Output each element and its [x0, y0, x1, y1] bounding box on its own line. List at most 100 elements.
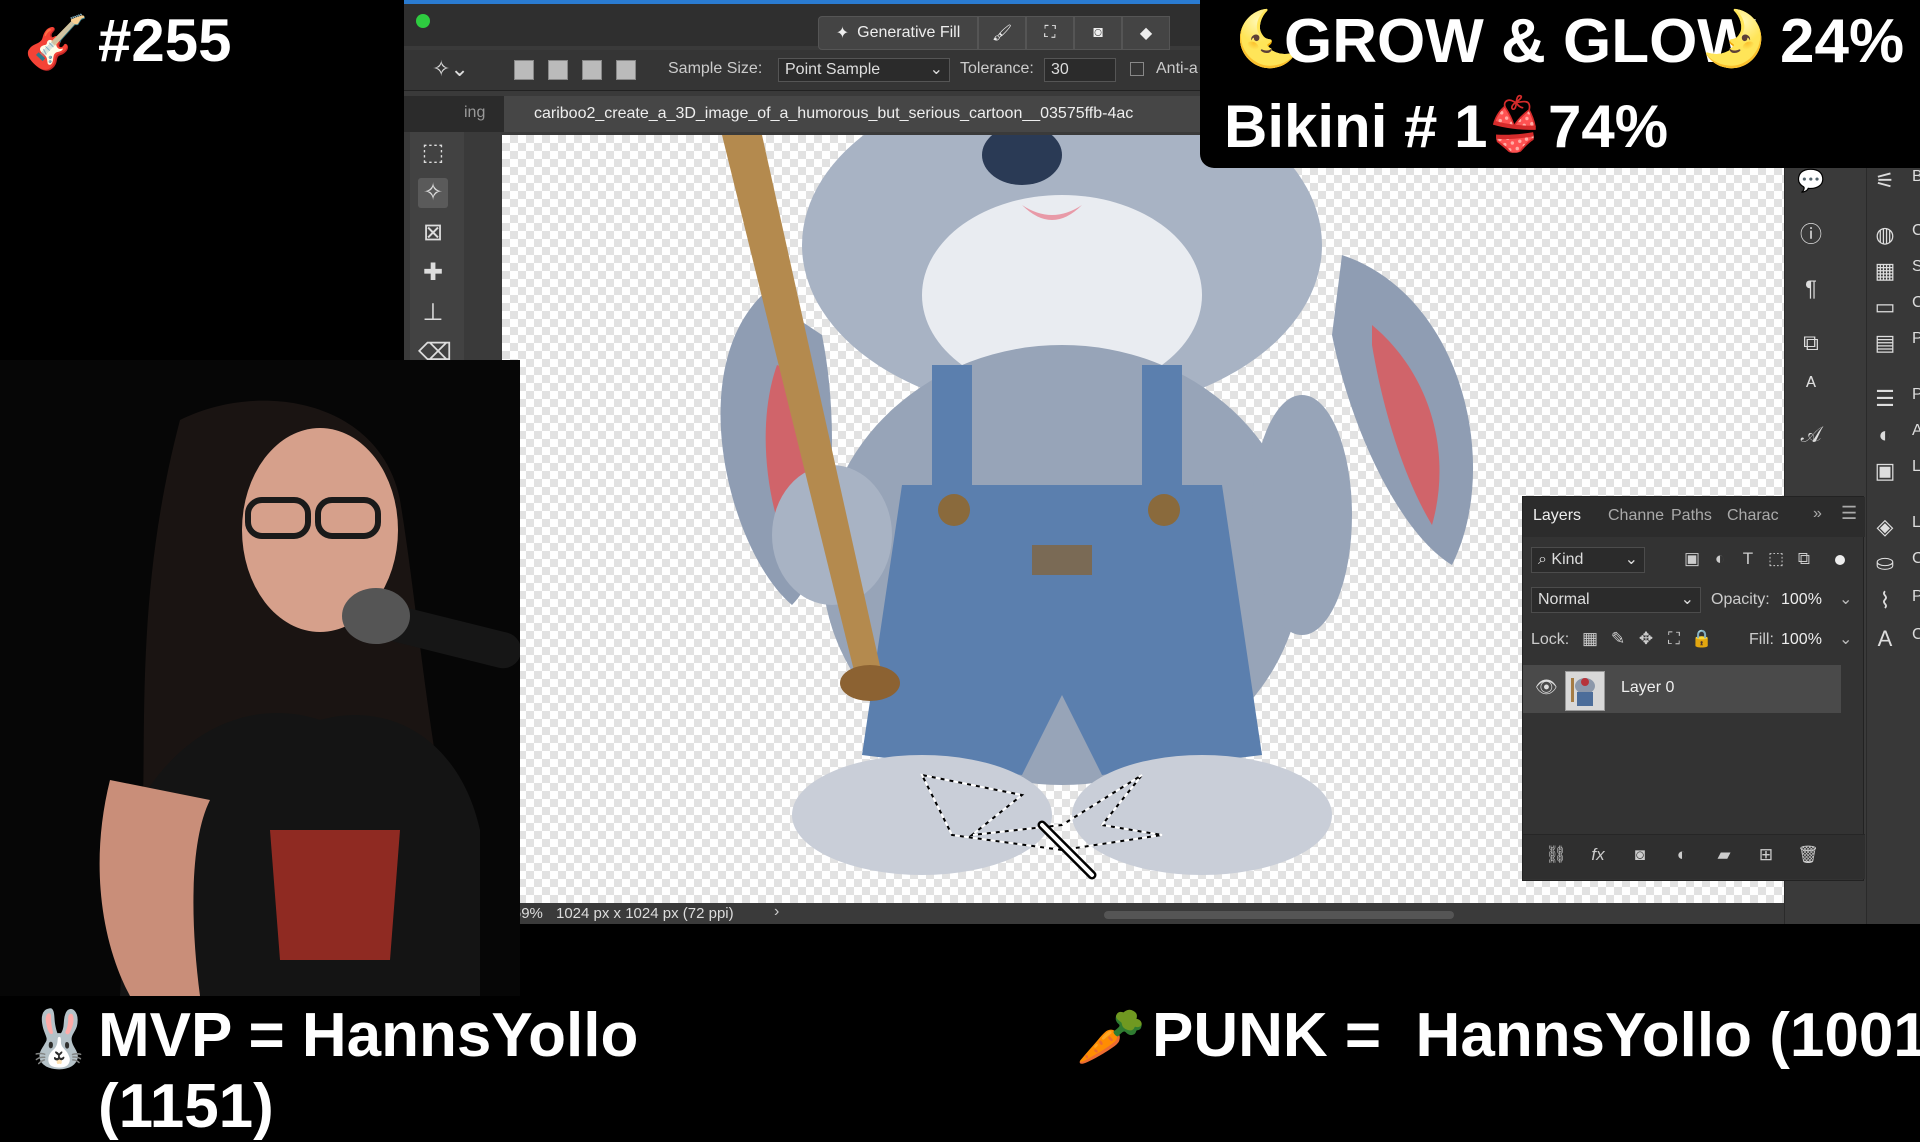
- glyphs-icon[interactable]: 𝒜: [1796, 420, 1826, 450]
- generative-fill-button[interactable]: ✦ Generative Fill: [818, 16, 978, 50]
- tab-paths[interactable]: Paths: [1671, 507, 1712, 525]
- filter-adjustment-icon[interactable]: ◐: [1709, 549, 1731, 569]
- gradients-icon[interactable]: ▭: [1870, 292, 1900, 322]
- lock-transparency-icon[interactable]: ▦: [1579, 629, 1601, 649]
- libraries-icon[interactable]: ▣: [1870, 456, 1900, 486]
- swatches-icon[interactable]: ▦: [1870, 256, 1900, 286]
- filter-pixel-icon[interactable]: ▣: [1681, 549, 1703, 569]
- dock-panel-label[interactable]: C: [1912, 626, 1920, 644]
- lock-pixels-icon[interactable]: ✎: [1607, 629, 1629, 649]
- chevron-down-icon: ⌄: [929, 61, 943, 78]
- new-group-icon[interactable]: ▰: [1713, 845, 1735, 865]
- trash-icon[interactable]: 🗑: [1797, 845, 1819, 865]
- opacity-label: Opacity:: [1711, 591, 1770, 608]
- transform-selection-icon[interactable]: ⛶: [1026, 16, 1074, 50]
- panel-menu-icon[interactable]: ☰: [1841, 503, 1857, 524]
- window-maximize-button[interactable]: [416, 14, 430, 28]
- dock-panel-label[interactable]: S: [1912, 258, 1920, 276]
- dock-panel-label[interactable]: P: [1912, 330, 1920, 348]
- filter-type-icon[interactable]: T: [1737, 549, 1759, 569]
- subtract-selection-icon[interactable]: [582, 60, 602, 80]
- patterns-icon[interactable]: ▤: [1870, 328, 1900, 358]
- color-icon[interactable]: ◍: [1870, 220, 1900, 250]
- paths-icon[interactable]: ⌇: [1870, 586, 1900, 616]
- filter-shape-icon[interactable]: ⬚: [1765, 549, 1787, 569]
- new-layer-icon[interactable]: ⊞: [1755, 845, 1777, 865]
- stream-number: #255: [98, 7, 232, 74]
- layer-thumbnail: [1565, 671, 1605, 711]
- dock-panel-label[interactable]: C: [1912, 222, 1920, 240]
- add-mask-icon[interactable]: ◙: [1629, 845, 1651, 865]
- layer-name[interactable]: Layer 0: [1621, 679, 1674, 697]
- filter-toggle-icon[interactable]: [1835, 555, 1845, 565]
- brush-icon[interactable]: 🖌: [978, 16, 1026, 50]
- punk-text: PUNK = HannsYollo (1001): [1152, 1001, 1920, 1070]
- character-icon[interactable]: A: [1870, 624, 1900, 654]
- adjustments-icon[interactable]: ◐: [1870, 420, 1900, 450]
- dock-panel-label[interactable]: C: [1912, 294, 1920, 312]
- paragraph-icon[interactable]: ¶: [1796, 274, 1826, 304]
- comments-icon[interactable]: 💬: [1796, 166, 1826, 196]
- intersect-selection-icon[interactable]: [616, 60, 636, 80]
- blend-mode-select[interactable]: Normal ⌄: [1531, 587, 1701, 613]
- sample-size-label: Sample Size:: [668, 60, 763, 77]
- dock-panel-label[interactable]: L: [1912, 514, 1920, 532]
- tab-character[interactable]: Charac: [1727, 507, 1779, 525]
- blend-mode-value: Normal: [1538, 591, 1590, 608]
- chevron-down-icon[interactable]: ⌄: [1839, 589, 1852, 609]
- tab-previous-document[interactable]: ing: [464, 104, 485, 122]
- dock-panel-label[interactable]: P: [1912, 386, 1920, 404]
- goal2-percent: 74%: [1548, 93, 1669, 160]
- frame-tool-icon[interactable]: ⊠: [418, 218, 448, 248]
- properties-icon[interactable]: ☰: [1870, 384, 1900, 414]
- dock-panel-label[interactable]: A: [1912, 422, 1920, 440]
- lock-all-icon[interactable]: 🔒: [1691, 629, 1713, 649]
- sample-size-value: Point Sample: [785, 61, 881, 78]
- layer-row[interactable]: 👁 Layer 0: [1523, 665, 1841, 713]
- new-selection-icon[interactable]: [514, 60, 534, 80]
- filter-smart-object-icon[interactable]: ⧉: [1793, 549, 1815, 569]
- horizontal-scrollbar[interactable]: [1104, 911, 1454, 919]
- chevron-down-icon: ⌄: [1680, 591, 1694, 608]
- magic-wand-tool-icon[interactable]: ✧: [418, 178, 448, 208]
- marquee-tool-icon[interactable]: ⬚: [418, 138, 448, 168]
- mask-icon[interactable]: ◙: [1074, 16, 1122, 50]
- link-layers-icon[interactable]: ⛓: [1545, 845, 1567, 865]
- sample-size-select[interactable]: Point Sample ⌄: [778, 58, 950, 82]
- dock-panel-label[interactable]: C: [1912, 550, 1920, 568]
- generative-fill-label: Generative Fill: [857, 24, 961, 41]
- clone-source-icon[interactable]: ⧉: [1796, 328, 1826, 358]
- fill-icon[interactable]: ◆: [1122, 16, 1170, 50]
- dock-panel-label[interactable]: P: [1912, 588, 1920, 606]
- status-expand-icon[interactable]: ›: [774, 903, 779, 921]
- info-icon[interactable]: ⓘ: [1796, 220, 1826, 250]
- fx-icon[interactable]: fx: [1587, 845, 1609, 865]
- anti-alias-checkbox[interactable]: [1130, 62, 1144, 76]
- tab-channels[interactable]: Channe: [1608, 507, 1664, 525]
- adjustment-layer-icon[interactable]: ◐: [1671, 845, 1693, 865]
- tolerance-input[interactable]: 30: [1044, 58, 1116, 82]
- clone-stamp-tool-icon[interactable]: ⊥: [418, 298, 448, 328]
- fill-input[interactable]: 100%: [1781, 631, 1822, 649]
- magic-wand-preset-icon[interactable]: ✧⌄: [432, 56, 469, 82]
- add-to-selection-icon[interactable]: [548, 60, 568, 80]
- lock-position-icon[interactable]: ✥: [1635, 629, 1657, 649]
- filter-kind-select[interactable]: ⌕ Kind ⌄: [1531, 547, 1645, 573]
- healing-brush-tool-icon[interactable]: ✚: [418, 258, 448, 288]
- chevron-down-icon[interactable]: ⌄: [1839, 629, 1852, 649]
- more-tabs-icon[interactable]: »: [1813, 505, 1822, 523]
- webcam-feed: [0, 360, 520, 996]
- dock-panel-label[interactable]: L: [1912, 458, 1920, 476]
- document-dimensions: 1024 px x 1024 px (72 ppi): [556, 905, 734, 922]
- anti-alias-label: Anti-a: [1156, 60, 1198, 77]
- lock-artboard-icon[interactable]: ⛶: [1663, 629, 1685, 649]
- dock-panel-label[interactable]: B: [1912, 168, 1920, 186]
- tab-layers[interactable]: Layers: [1533, 507, 1581, 525]
- brushes-icon[interactable]: ⚟: [1870, 166, 1900, 196]
- channels-icon[interactable]: ⛀: [1870, 548, 1900, 578]
- opacity-input[interactable]: 100%: [1781, 591, 1822, 609]
- layers-panel: Layers Channe Paths Charac » ☰ ⌕ Kind ⌄ …: [1522, 496, 1865, 881]
- character-styles-icon[interactable]: ᴬ: [1796, 370, 1826, 400]
- visibility-eye-icon[interactable]: 👁: [1535, 677, 1558, 698]
- layers-icon[interactable]: ◈: [1870, 512, 1900, 542]
